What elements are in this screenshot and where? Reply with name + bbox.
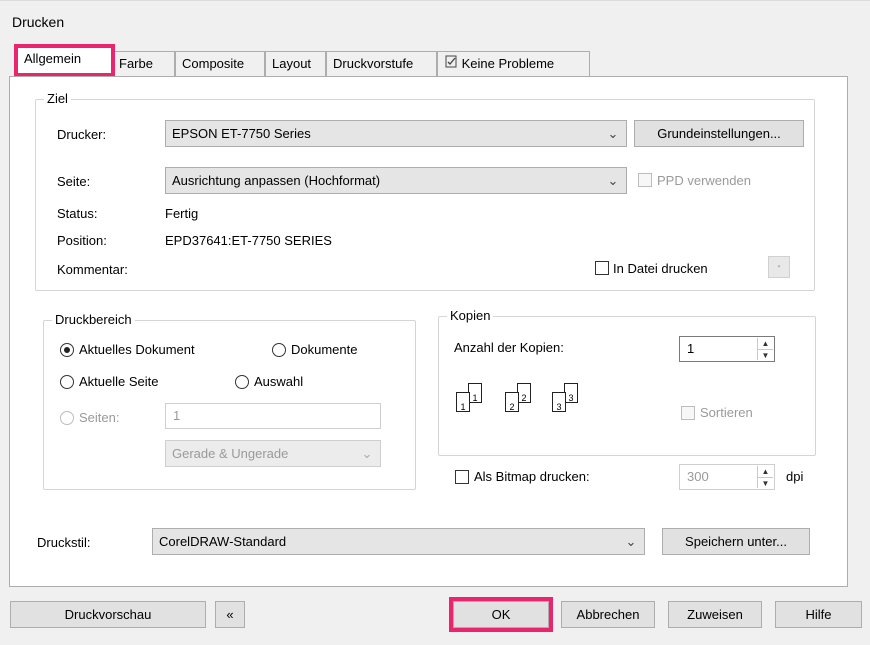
comment-label: Kommentar: [57, 262, 128, 277]
chevron-down-icon: ⌄ [607, 126, 619, 141]
print-preview-button[interactable]: Druckvorschau [10, 601, 206, 628]
chevron-down-icon: ⌄ [625, 534, 637, 549]
tab-druckvorstufe[interactable]: Druckvorstufe [326, 51, 437, 76]
page-icon: 1 [456, 392, 470, 412]
status-value: Fertig [165, 206, 199, 221]
position-label: Position: [57, 233, 107, 248]
window-title: Drucken [12, 14, 65, 30]
position-value: EPD37641:ET-7750 SERIES [165, 233, 332, 248]
ppd-label: PPD verwenden [657, 173, 751, 188]
tab-highlight-frame [14, 44, 115, 77]
selection-radio[interactable] [235, 375, 249, 389]
style-label: Druckstil: [37, 535, 91, 550]
apply-button[interactable]: Zuweisen [668, 601, 762, 628]
collate-checkbox[interactable] [681, 406, 695, 420]
even-odd-select[interactable]: Gerade & Ungerade ⌄ [165, 440, 381, 467]
page-icon: 1 [468, 383, 482, 403]
print-to-file-checkbox[interactable] [595, 261, 609, 275]
current-page-radio[interactable] [60, 375, 74, 389]
page-select[interactable]: Ausrichtung anpassen (Hochformat) ⌄ [165, 167, 627, 194]
spin-up-icon: ▲ [761, 467, 770, 476]
collate-label: Sortieren [700, 405, 753, 420]
dpi-input[interactable]: 300 ▲ ▼ [679, 464, 775, 490]
page-icon: 2 [517, 383, 531, 403]
current-document-label: Aktuelles Dokument [79, 342, 195, 357]
pages-radio[interactable] [60, 411, 74, 425]
current-document-radio[interactable] [60, 343, 74, 357]
browse-file-button[interactable]: ▪ [768, 256, 790, 278]
page-icon: 3 [552, 392, 566, 412]
chevron-down-icon: ⌄ [361, 446, 373, 461]
print-to-file-label: In Datei drucken [613, 261, 708, 276]
print-style-select[interactable]: CorelDRAW-Standard ⌄ [152, 528, 645, 555]
documents-label: Dokumente [291, 342, 358, 357]
dpi-spinner[interactable]: ▲ ▼ [757, 466, 773, 488]
pages-label: Seiten: [79, 410, 120, 425]
copies-count-input[interactable]: 1 ▲ ▼ [679, 336, 775, 362]
pages-input[interactable]: 1 [165, 403, 381, 429]
printer-label: Drucker: [57, 127, 107, 142]
copies-spinner[interactable]: ▲ ▼ [757, 338, 773, 360]
ziel-title: Ziel [44, 91, 71, 107]
documents-radio[interactable] [272, 343, 286, 357]
selection-label: Auswahl [254, 374, 304, 389]
check-clipboard-icon [444, 52, 458, 76]
spin-up-icon: ▲ [761, 339, 770, 348]
cancel-button[interactable]: Abbrechen [561, 601, 655, 628]
bitmap-label: Als Bitmap drucken: [474, 469, 590, 484]
collapse-preview-button[interactable]: « [215, 601, 245, 628]
tab-farbe[interactable]: Farbe [112, 51, 175, 76]
page-icon: 2 [505, 392, 519, 412]
copies-count-label: Anzahl der Kopien: [454, 340, 564, 355]
printer-select[interactable]: EPSON ET-7750 Series ⌄ [165, 120, 627, 147]
ok-highlight-frame [449, 597, 553, 632]
double-chevron-left-icon: « [226, 607, 234, 622]
help-button[interactable]: Hilfe [775, 601, 862, 628]
page-label: Seite: [57, 174, 91, 189]
tab-layout[interactable]: Layout [265, 51, 326, 76]
setup-button[interactable]: Grundeinstellungen... [634, 120, 804, 147]
ppd-checkbox[interactable] [638, 173, 652, 187]
spin-down-icon: ▼ [758, 477, 773, 488]
tab-keine-probleme[interactable]: Keine Probleme [437, 51, 590, 76]
save-as-button[interactable]: Speichern unter... [662, 528, 810, 555]
page-icon: 3 [564, 383, 578, 403]
kopien-title: Kopien [447, 308, 494, 324]
chevron-down-icon: ⌄ [607, 173, 619, 188]
druckbereich-title: Druckbereich [52, 312, 135, 328]
window-top-border [0, 0, 870, 1]
tab-composite[interactable]: Composite [175, 51, 265, 76]
status-label: Status: [57, 206, 98, 221]
bitmap-checkbox[interactable] [455, 470, 469, 484]
current-page-label: Aktuelle Seite [79, 374, 159, 389]
dpi-unit: dpi [786, 469, 804, 484]
spin-down-icon: ▼ [758, 349, 773, 360]
